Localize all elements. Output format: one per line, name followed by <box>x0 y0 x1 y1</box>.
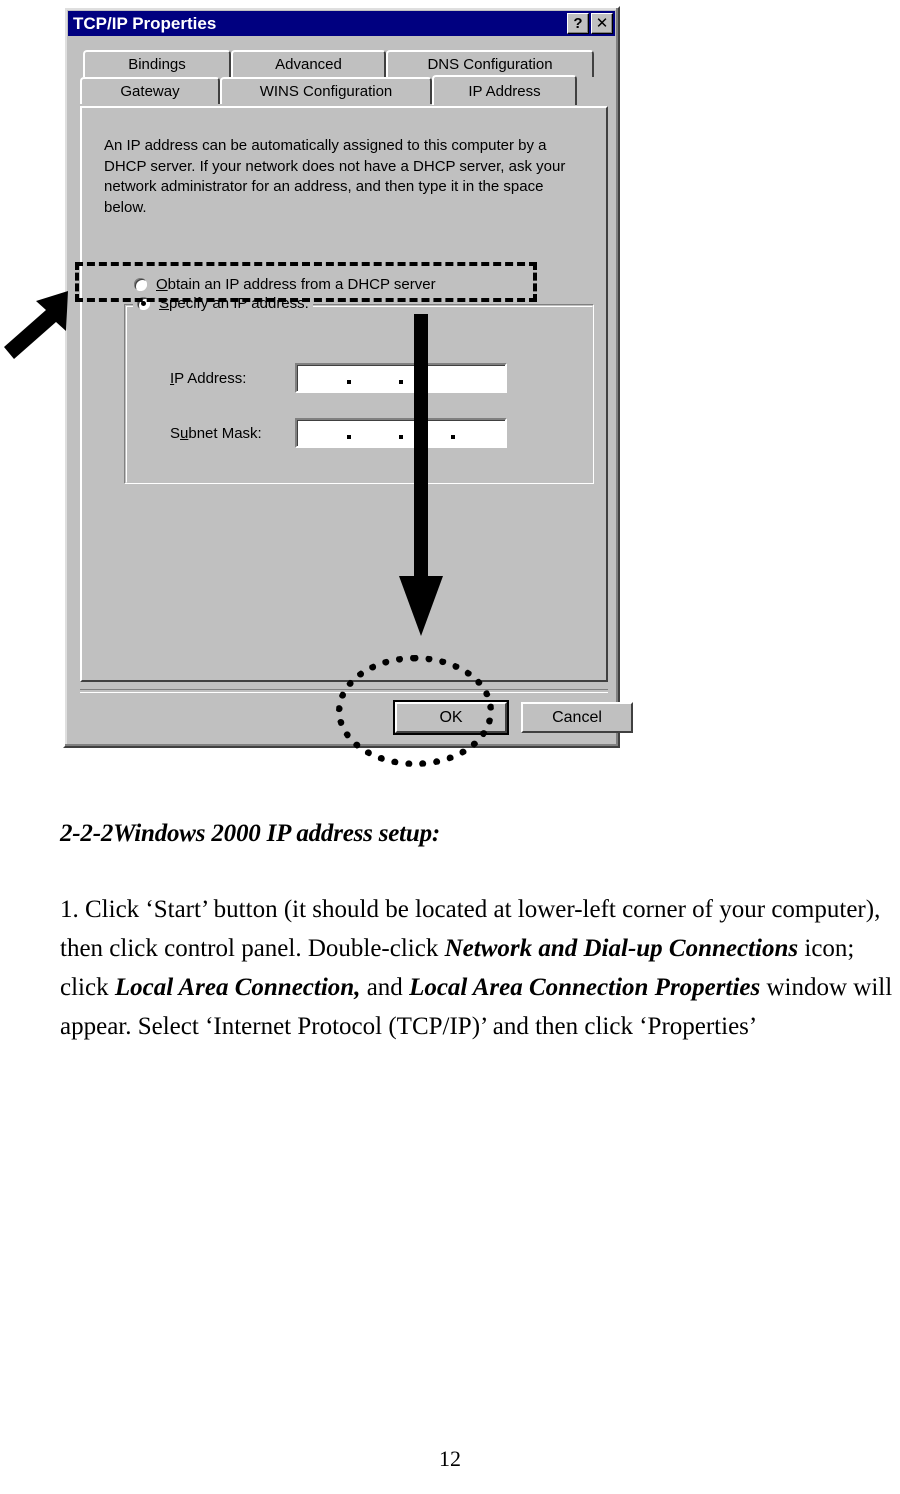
tab-dns-configuration[interactable]: DNS Configuration <box>386 50 594 77</box>
emphasis-local-area-connection-properties: Local Area Connection Properties <box>409 974 761 1001</box>
ip-octet-4[interactable] <box>453 365 505 391</box>
subnet-label-s: S <box>170 424 181 442</box>
ip-address-field-row: IP Address: <box>170 363 507 393</box>
ip-address-input[interactable] <box>295 363 507 393</box>
subnet-mask-label: Subnet Mask: <box>170 425 295 442</box>
radio-icon-unchecked <box>134 278 147 291</box>
tab-ip-address[interactable]: IP Address <box>432 75 577 105</box>
button-bar-divider <box>80 689 608 693</box>
ip-octet-2[interactable] <box>349 365 403 391</box>
section-heading: 2-2-2Windows 2000 IP address setup: <box>60 820 441 847</box>
ip-octet-1[interactable] <box>297 365 351 391</box>
instruction-paragraph: 1. Click ‘Start’ button (it should be lo… <box>60 890 900 1046</box>
annotation-pointer-arrow-icon <box>4 291 68 359</box>
ip-address-label: IP Address: <box>170 370 295 387</box>
emphasis-network-dialup-connections: Network and Dial-up Connections <box>444 935 799 962</box>
tab-bindings[interactable]: Bindings <box>83 50 231 77</box>
tab-wins-configuration[interactable]: WINS Configuration <box>220 77 432 104</box>
cancel-button[interactable]: Cancel <box>521 702 633 733</box>
page-number: 12 <box>439 1446 461 1471</box>
dialog-titlebar: TCP/IP Properties ? ✕ <box>68 11 615 36</box>
close-icon[interactable]: ✕ <box>591 13 613 34</box>
tab-row-upper: Bindings Advanced DNS Configuration <box>83 50 608 77</box>
radio-specify-ip-address[interactable]: Specify an IP address: <box>133 295 313 312</box>
radio-label-dhcp: Obtain an IP address from a DHCP server <box>156 276 436 293</box>
subnet-mask-field-row: Subnet Mask: <box>170 418 507 448</box>
paragraph-part-3: and <box>360 974 410 1001</box>
tab-row-lower: Gateway WINS Configuration IP Address <box>80 75 608 105</box>
tab-strip: Bindings Advanced DNS Configuration Gate… <box>80 50 608 105</box>
accesskey-letter-o: O <box>156 276 168 293</box>
description-text: An IP address can be automatically assig… <box>104 137 566 216</box>
titlebar-button-group: ? ✕ <box>567 13 613 34</box>
radio-obtain-ip-from-dhcp[interactable]: Obtain an IP address from a DHCP server <box>134 276 436 293</box>
ok-button[interactable]: OK <box>393 700 509 735</box>
dialog-title: TCP/IP Properties <box>73 13 217 33</box>
tab-gateway[interactable]: Gateway <box>80 77 220 104</box>
subnet-octet-3[interactable] <box>401 420 455 446</box>
accesskey-letter-s: S <box>159 295 170 312</box>
specify-ip-groupbox: Specify an IP address: IP Address: Subne… <box>124 295 594 484</box>
subnet-octet-2[interactable] <box>349 420 403 446</box>
subnet-octet-1[interactable] <box>297 420 351 446</box>
radio-label-dhcp-rest: btain an IP address from a DHCP server <box>167 276 436 293</box>
help-icon[interactable]: ? <box>567 13 589 34</box>
screenshot-figure: TCP/IP Properties ? ✕ Bindings Advanced … <box>0 0 900 800</box>
ip-octet-3[interactable] <box>401 365 453 391</box>
ip-address-label-rest: P Address: <box>174 369 247 387</box>
tab-advanced[interactable]: Advanced <box>231 50 386 77</box>
radio-icon-checked <box>137 297 150 310</box>
document-body: 2-2-2Windows 2000 IP address setup: 1. C… <box>60 820 900 1046</box>
subnet-mask-input[interactable] <box>295 418 507 448</box>
tcpip-properties-dialog: TCP/IP Properties ? ✕ Bindings Advanced … <box>63 6 633 748</box>
subnet-octet-4[interactable] <box>453 420 505 446</box>
subnet-label-rest: bnet Mask: <box>188 424 262 442</box>
ip-address-tab-panel: An IP address can be automatically assig… <box>80 106 608 682</box>
radio-label-specify-rest: pecify an IP address: <box>169 295 309 312</box>
radio-label-specify: Specify an IP address: <box>159 295 309 312</box>
emphasis-local-area-connection: Local Area Connection, <box>114 974 361 1001</box>
dialog-button-bar: OK Cancel <box>393 700 633 735</box>
